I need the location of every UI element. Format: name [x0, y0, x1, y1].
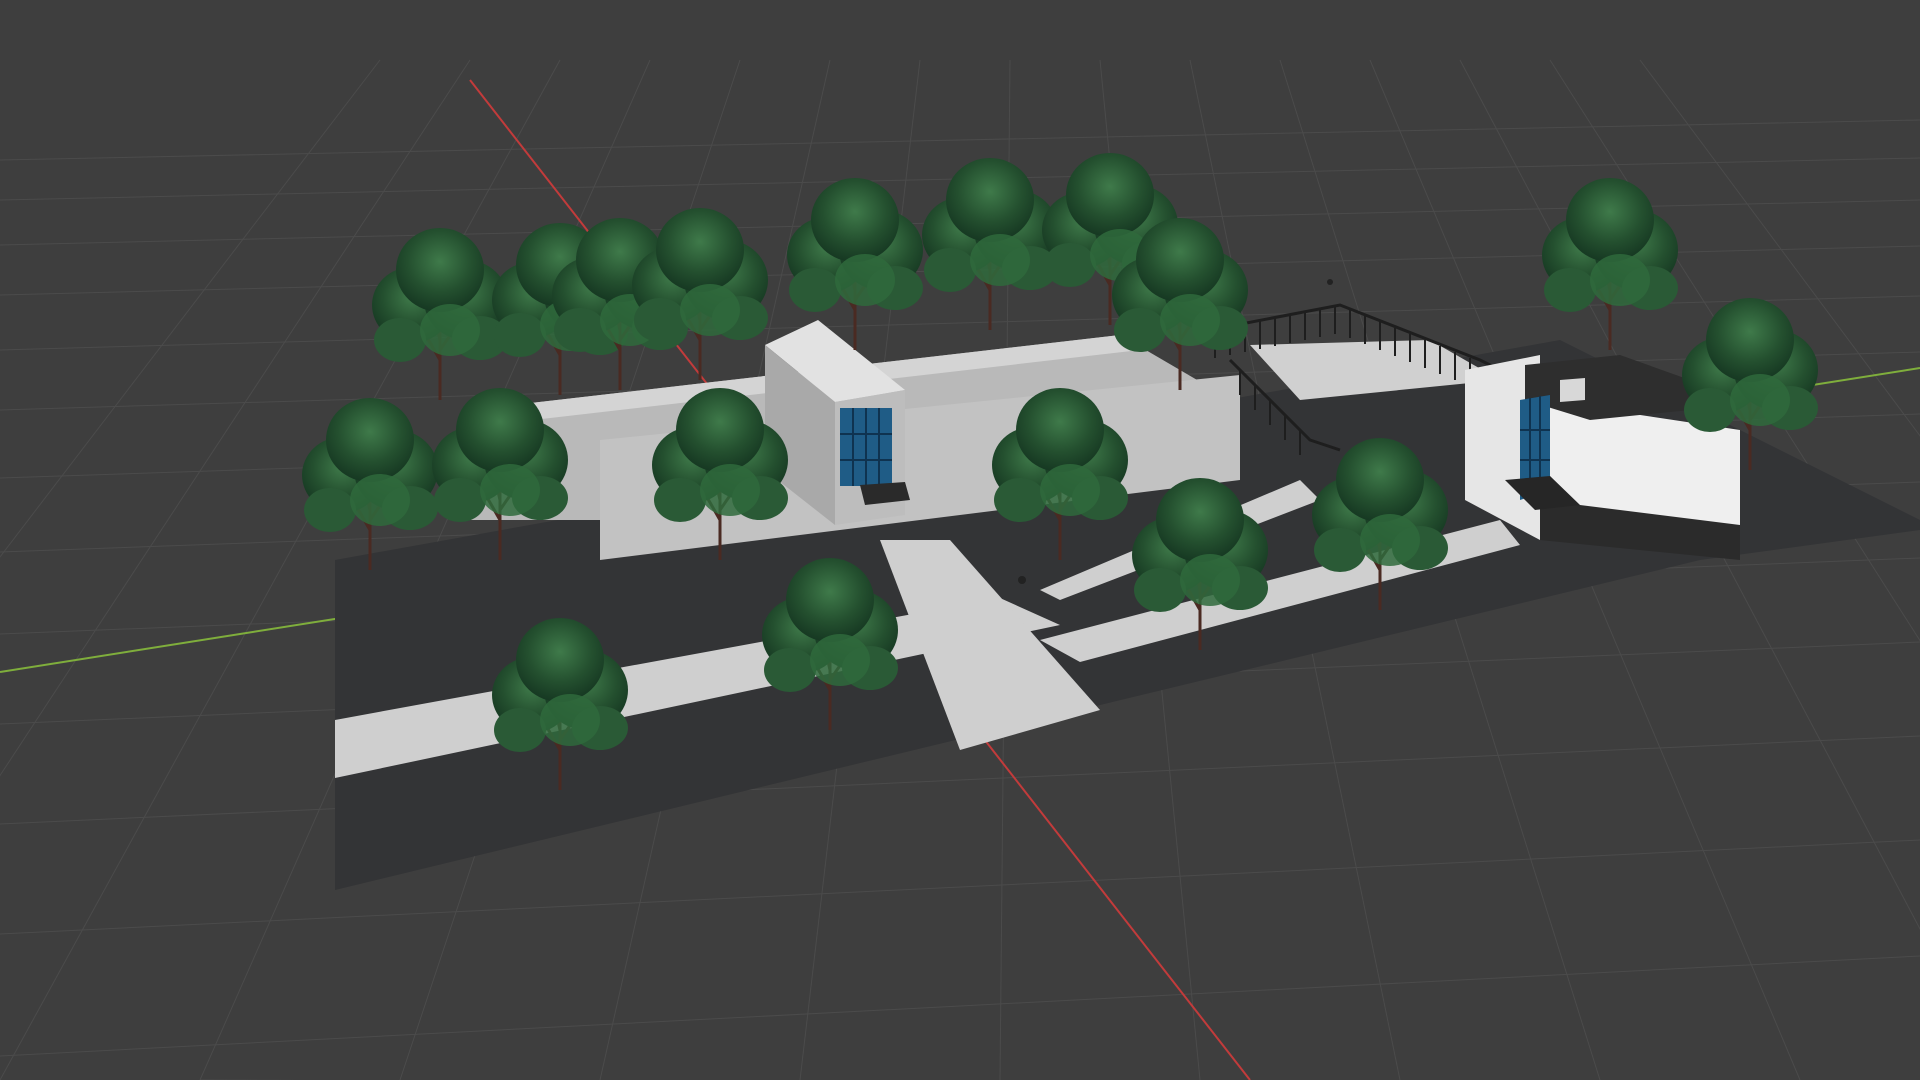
scene-canvas[interactable] [0, 0, 1920, 1080]
light-marker[interactable] [1327, 279, 1333, 285]
object-origin-marker[interactable] [1018, 576, 1026, 584]
3d-viewport[interactable] [0, 0, 1920, 1080]
